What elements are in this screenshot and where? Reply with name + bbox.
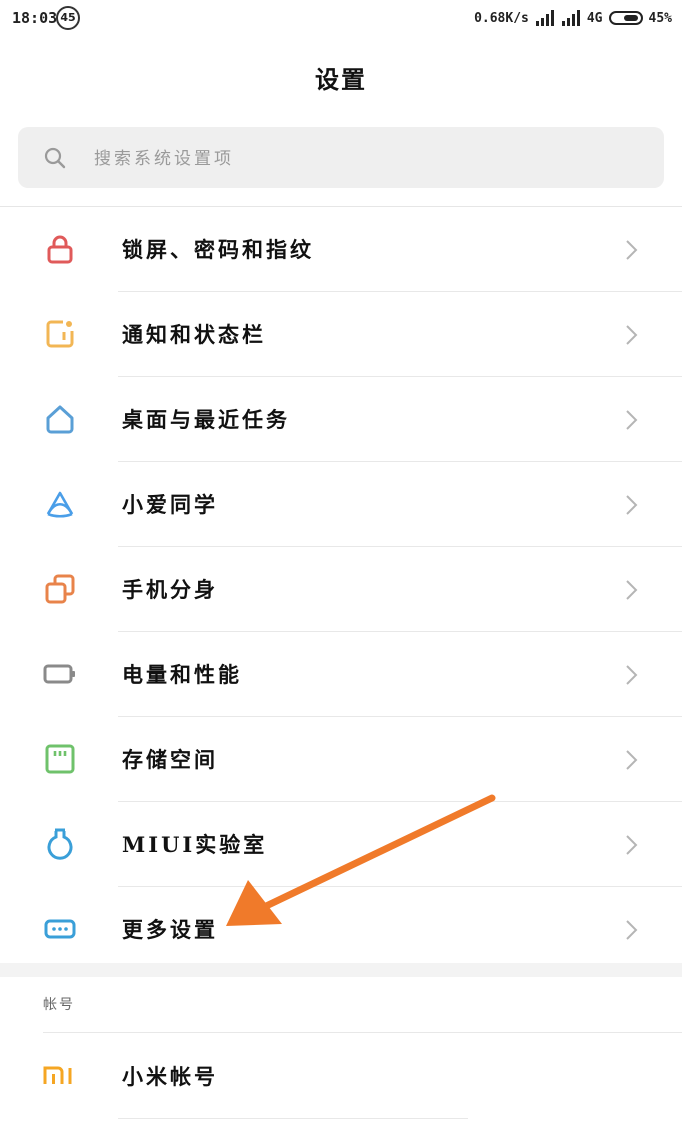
notification-count-badge: 45 <box>56 6 80 30</box>
chevron-right-icon <box>626 240 638 260</box>
settings-item-label: 手机分身 <box>122 577 218 602</box>
page-title: 设置 <box>315 65 367 94</box>
battery-icon <box>43 664 75 684</box>
mi-logo-icon <box>43 1066 72 1084</box>
settings-item-home-screen[interactable]: 桌面与最近任务 <box>0 377 682 462</box>
status-time: 18:03 <box>12 9 58 27</box>
network-speed: 0.68K/s <box>474 10 529 26</box>
chevron-right-icon <box>626 495 638 515</box>
xiaoai-icon <box>46 491 74 518</box>
settings-list: 锁屏、密码和指纹 通知和状态栏 桌面与最近任务 小爱同学 手机分身 电量和性能 … <box>0 207 682 972</box>
settings-item-battery[interactable]: 电量和性能 <box>0 632 682 717</box>
settings-item-label: 小米帐号 <box>122 1064 218 1089</box>
lab-flask-icon <box>47 828 73 860</box>
settings-item-storage[interactable]: 存储空间 <box>0 717 682 802</box>
more-settings-icon <box>44 919 76 939</box>
settings-item-more-settings[interactable]: 更多设置 <box>0 887 682 972</box>
chevron-right-icon <box>626 410 638 430</box>
battery-icon <box>608 11 643 25</box>
chevron-right-icon <box>626 580 638 600</box>
chevron-right-icon <box>626 750 638 770</box>
chevron-right-icon <box>626 665 638 685</box>
network-type: 4G <box>586 10 603 26</box>
settings-item-label: 存储空间 <box>122 747 218 772</box>
settings-item-label: 电量和性能 <box>122 662 242 687</box>
settings-item-label: 小爱同学 <box>122 492 218 517</box>
home-icon <box>46 405 74 434</box>
settings-item-label: 桌面与最近任务 <box>122 407 290 432</box>
chevron-right-icon <box>626 920 638 940</box>
search-icon <box>44 147 66 169</box>
notification-icon <box>46 320 74 348</box>
settings-item-mi-account[interactable]: 小米帐号 <box>0 1034 682 1119</box>
status-bar: 18:03 45 0.68K/s 4G 45% <box>0 0 682 36</box>
chevron-right-icon <box>626 835 638 855</box>
settings-item-xiaoai[interactable]: 小爱同学 <box>0 462 682 547</box>
divider <box>118 1118 468 1119</box>
storage-icon <box>45 744 75 774</box>
dual-apps-icon <box>45 574 75 604</box>
settings-item-dual-apps[interactable]: 手机分身 <box>0 547 682 632</box>
signal-icon <box>561 10 580 26</box>
status-indicators: 0.68K/s 4G 45% <box>474 8 672 28</box>
settings-item-lockscreen[interactable]: 锁屏、密码和指纹 <box>0 207 682 292</box>
settings-item-label: 更多设置 <box>122 917 218 942</box>
battery-percent: 45% <box>648 10 672 26</box>
settings-item-label: 通知和状态栏 <box>122 322 266 347</box>
divider <box>43 1032 682 1033</box>
signal-icon <box>535 10 554 26</box>
settings-item-label: MIUI实验室 <box>122 832 268 857</box>
section-divider <box>0 963 682 977</box>
settings-item-miui-lab[interactable]: MIUI实验室 <box>0 802 682 887</box>
search-input[interactable] <box>92 127 636 190</box>
search-bar[interactable] <box>18 127 664 190</box>
settings-item-notifications[interactable]: 通知和状态栏 <box>0 292 682 377</box>
settings-item-label: 锁屏、密码和指纹 <box>122 237 314 262</box>
section-header-account: 帐号 <box>43 997 75 1013</box>
chevron-right-icon <box>626 325 638 345</box>
lock-icon <box>47 235 73 264</box>
